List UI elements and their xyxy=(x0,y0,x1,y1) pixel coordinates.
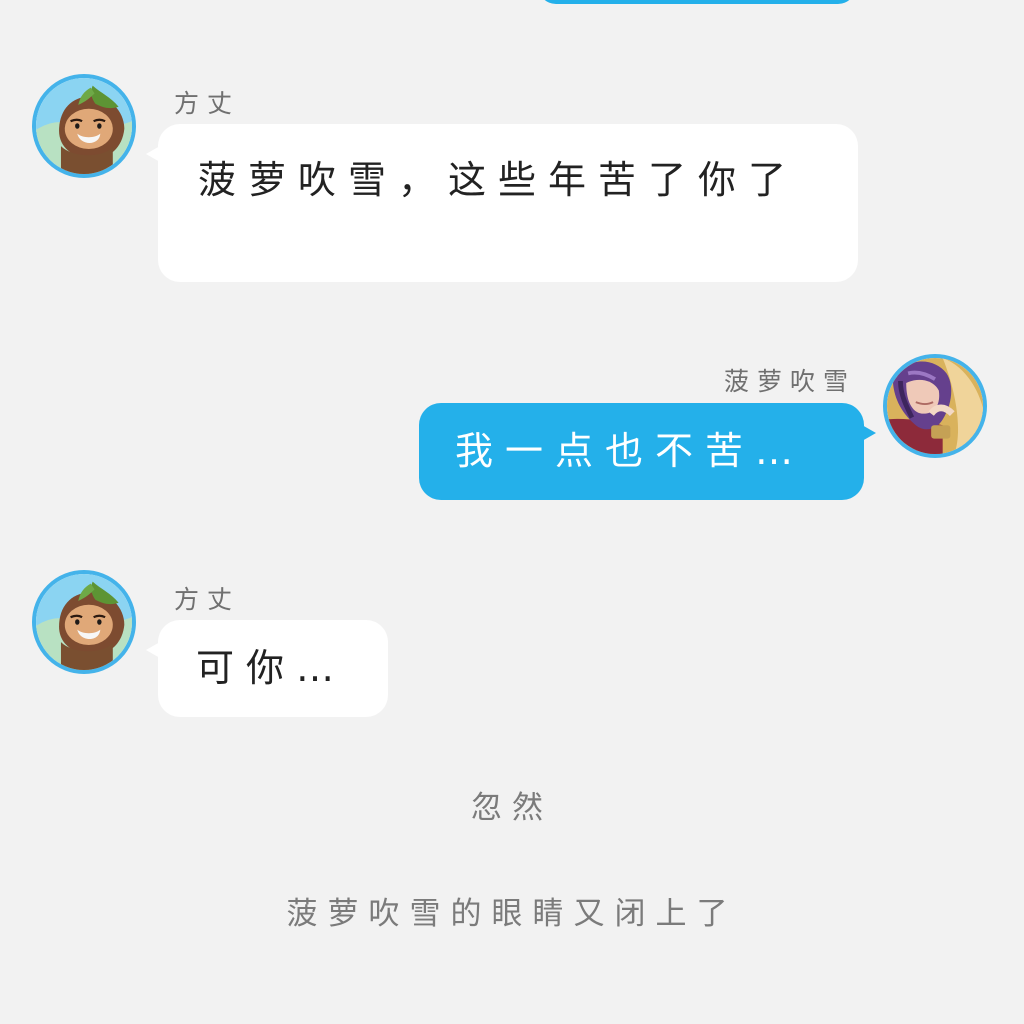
message-bubble-3[interactable]: 可你… xyxy=(146,620,388,717)
abbot-avatar-2[interactable] xyxy=(32,570,136,674)
sender-name-polo-chuixue: 菠萝吹雪 xyxy=(724,367,857,396)
purple-hair-avatar[interactable] xyxy=(883,354,987,458)
abbot-avatar-image xyxy=(36,78,132,174)
message-text-1: 菠萝吹雪，这些年苦了你了 xyxy=(198,158,799,202)
message-text-2: 我一点也不苦… xyxy=(455,429,806,473)
message-bubble-2[interactable]: 我一点也不苦… xyxy=(419,403,876,500)
purple-hair-avatar-image xyxy=(887,358,983,454)
sender-name-abbot-2: 方丈 xyxy=(174,585,241,614)
narration-line-2: 菠萝吹雪的眼睛又闭上了 xyxy=(286,896,738,932)
message-bubble-1[interactable]: 菠萝吹雪，这些年苦了你了 xyxy=(146,124,858,282)
abbot-avatar[interactable] xyxy=(32,74,136,178)
sender-name-abbot-1: 方丈 xyxy=(174,89,241,118)
partial-message-bubble xyxy=(538,0,856,4)
message-text-3: 可你… xyxy=(196,646,347,690)
abbot-avatar-image-2 xyxy=(36,574,132,670)
narration-line-1: 忽然 xyxy=(471,790,553,826)
